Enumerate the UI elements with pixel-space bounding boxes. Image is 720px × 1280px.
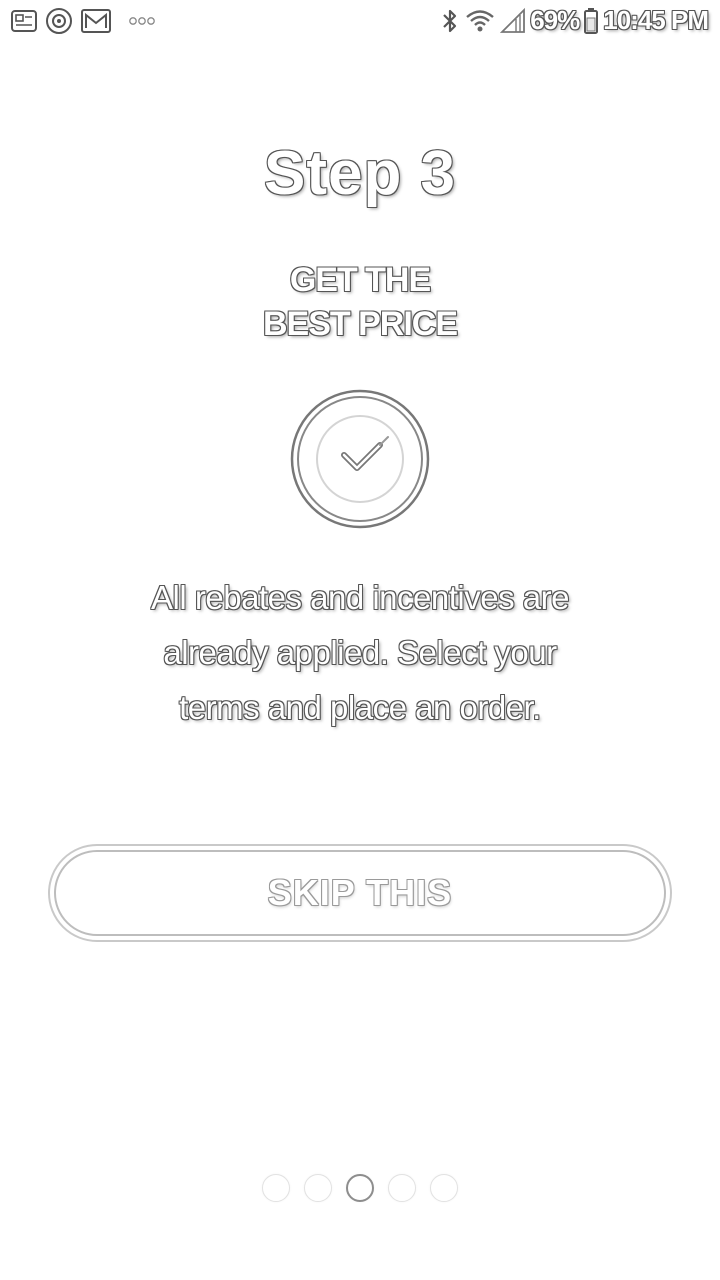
bluetooth-icon	[440, 6, 460, 36]
status-system-indicators: 69% 10:45 PM	[440, 5, 709, 36]
gmail-notification-icon	[80, 7, 112, 35]
cell-signal-icon	[500, 7, 526, 35]
page-dot-2[interactable]	[304, 1174, 332, 1202]
page-indicator	[260, 1172, 460, 1204]
gallery-notification-icon	[10, 8, 38, 34]
subtitle-line: GET THE	[289, 261, 431, 299]
page-dot-3-active[interactable]	[346, 1174, 374, 1202]
description-line: terms and place an order.	[179, 689, 541, 726]
step-description: All rebates and incentives are already a…	[60, 570, 660, 735]
page-dot-1[interactable]	[262, 1174, 290, 1202]
skip-button-label: SKIP THIS	[267, 872, 453, 913]
skip-button[interactable]: SKIP THIS	[48, 844, 672, 942]
step-subtitle: GET THE BEST PRICE	[0, 258, 720, 346]
page-dot-4[interactable]	[388, 1174, 416, 1202]
step-title: Step 3	[263, 139, 457, 208]
battery-percentage: 69%	[530, 5, 580, 35]
more-notifications-icon	[128, 15, 156, 27]
clock: 10:45 PM	[603, 5, 709, 35]
checkmark-circle-icon	[290, 389, 430, 529]
wifi-icon	[464, 7, 496, 35]
status-notifications	[10, 6, 156, 36]
subtitle-line: BEST PRICE	[262, 305, 458, 343]
description-line: All rebates and incentives are	[151, 579, 569, 616]
page-dot-5[interactable]	[430, 1174, 458, 1202]
status-bar: 69% 10:45 PM	[0, 0, 720, 44]
battery-icon	[583, 7, 599, 35]
target-notification-icon	[44, 6, 74, 36]
description-line: already applied. Select your	[163, 634, 557, 671]
